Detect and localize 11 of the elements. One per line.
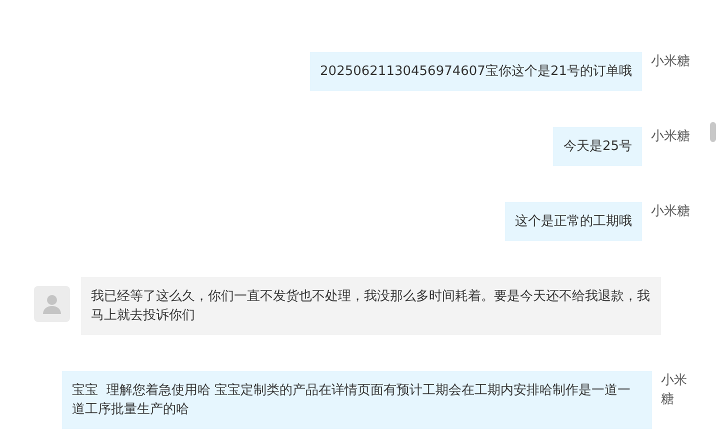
message-bubble: 宝宝 理解您着急使用哈 宝宝定制类的产品在详情页面有预计工期会在工期内安排哈制作是一道一道工序批量生产的哈 bbox=[62, 371, 652, 429]
sender-name: 小米糖 bbox=[661, 372, 688, 409]
message-bubble: 这个是正常的工期哦 bbox=[505, 202, 642, 241]
sender-name: 小米糖 bbox=[651, 203, 690, 221]
message-bubble: 今天是25号 bbox=[553, 127, 642, 166]
message-bubble: 20250621130456974607宝你这个是21号的订单哦 bbox=[310, 52, 642, 91]
sender-name: 小米糖 bbox=[651, 53, 690, 71]
message-bubble: 我已经等了这么久，你们一直不发货也不处理，我没那么多时间耗着。要是今天还不给我退款，我马上就去投诉你们 bbox=[81, 277, 661, 335]
sender-name: 小米糖 bbox=[651, 128, 690, 146]
avatar-icon bbox=[34, 286, 70, 322]
scrollbar-thumb[interactable] bbox=[710, 122, 716, 142]
